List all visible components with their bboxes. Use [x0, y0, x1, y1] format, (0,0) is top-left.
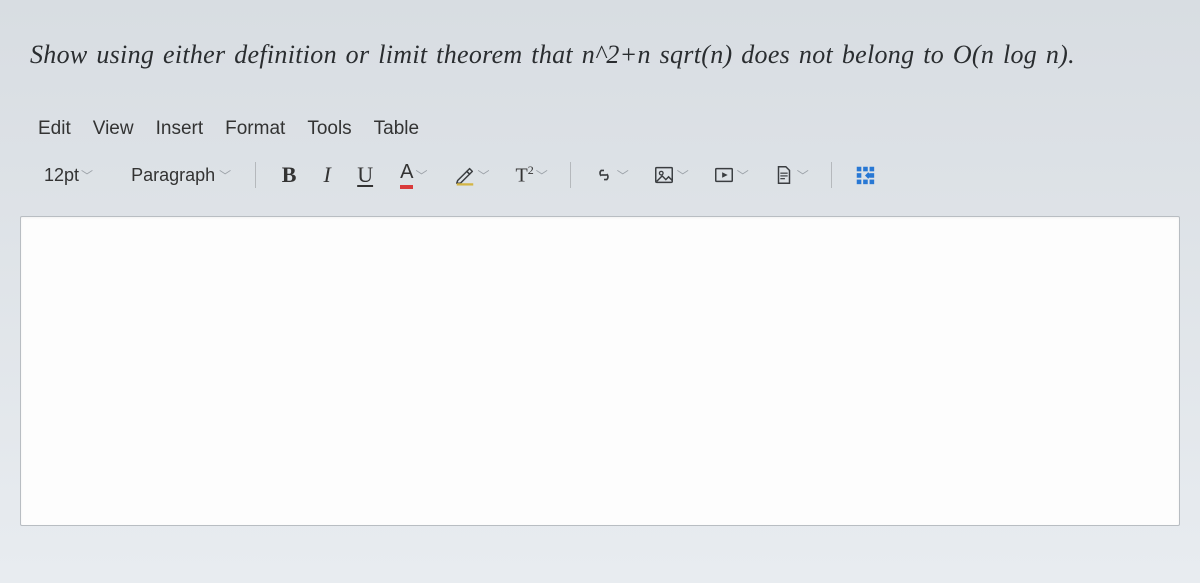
chevron-down-icon: ﹀	[415, 167, 427, 184]
block-format-label: Paragraph	[131, 165, 215, 186]
menu-tools[interactable]: Tools	[307, 118, 351, 140]
highlighter-icon	[454, 164, 476, 186]
document-icon	[773, 164, 795, 186]
bold-icon: B	[282, 162, 297, 188]
chevron-down-icon: ﹀	[478, 167, 490, 184]
text-color-button[interactable]: A ﹀	[396, 162, 431, 189]
media-icon	[713, 164, 735, 186]
chevron-down-icon: ﹀	[617, 167, 629, 184]
menu-insert[interactable]: Insert	[156, 118, 204, 140]
editor-toolbar: 12pt ﹀ Paragraph ﹀ B I U A ﹀ ﹀ T2 ﹀	[20, 154, 1180, 200]
italic-icon: I	[323, 162, 330, 188]
separator	[255, 162, 256, 188]
separator	[570, 162, 571, 188]
menu-format[interactable]: Format	[225, 118, 285, 140]
image-icon	[653, 164, 675, 186]
superscript-icon: T2	[516, 163, 534, 188]
highlight-color-button[interactable]: ﹀	[450, 164, 494, 186]
menu-table[interactable]: Table	[374, 118, 419, 140]
text-color-icon: A	[400, 162, 413, 189]
chevron-down-icon: ﹀	[737, 167, 749, 184]
underline-button[interactable]: U	[350, 160, 380, 190]
superscript-button[interactable]: T2 ﹀	[512, 163, 552, 188]
chevron-down-icon: ﹀	[81, 167, 93, 184]
chevron-down-icon: ﹀	[797, 167, 809, 184]
separator	[831, 162, 832, 188]
apps-button[interactable]	[850, 160, 880, 190]
bold-button[interactable]: B	[274, 160, 304, 190]
question-prompt: Show using either definition or limit th…	[30, 40, 1170, 70]
media-button[interactable]: ﹀	[709, 164, 753, 186]
menu-view[interactable]: View	[93, 118, 134, 140]
chevron-down-icon: ﹀	[536, 167, 548, 184]
underline-icon: U	[357, 162, 373, 188]
chevron-down-icon: ﹀	[219, 167, 231, 184]
editor-content-area[interactable]	[20, 216, 1180, 526]
apps-icon	[854, 164, 876, 186]
link-icon	[593, 164, 615, 186]
font-size-label: 12pt	[44, 165, 79, 186]
link-button[interactable]: ﹀	[589, 164, 633, 186]
document-button[interactable]: ﹀	[769, 164, 813, 186]
menu-edit[interactable]: Edit	[38, 118, 71, 140]
chevron-down-icon: ﹀	[677, 167, 689, 184]
font-size-selector[interactable]: 12pt ﹀	[38, 161, 99, 190]
image-button[interactable]: ﹀	[649, 164, 693, 186]
editor-menubar: Edit View Insert Format Tools Table	[20, 110, 1180, 154]
italic-button[interactable]: I	[312, 160, 342, 190]
block-format-selector[interactable]: Paragraph ﹀	[125, 161, 237, 190]
